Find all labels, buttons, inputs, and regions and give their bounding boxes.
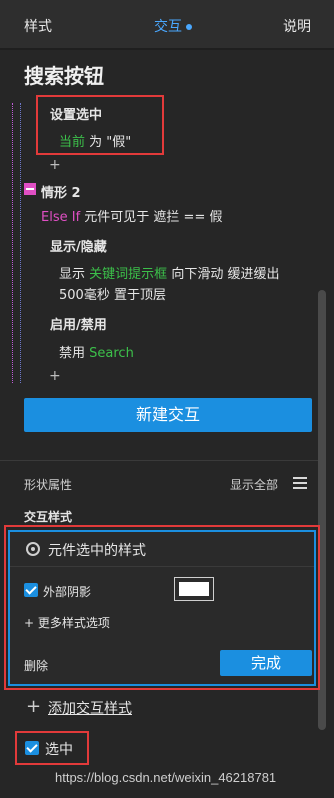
selected-style-title: 元件选中的样式 xyxy=(48,543,146,559)
action-detail-disable[interactable]: 禁用 Search xyxy=(59,342,134,361)
tree-guide-line xyxy=(12,103,13,383)
tree-guide-line-2 xyxy=(20,103,21,383)
disable-target: Search xyxy=(89,346,134,361)
section-divider xyxy=(0,460,318,461)
action-title-show-hide[interactable]: 显示/隐藏 xyxy=(50,236,107,255)
action-detail-show-line2[interactable]: 500毫秒 置于顶层 xyxy=(59,284,166,303)
value-text: 为 "假" xyxy=(89,135,132,150)
tab-style[interactable]: 样式 xyxy=(24,16,52,36)
case-2-label[interactable]: 情形 2 xyxy=(41,182,81,201)
more-style-options-link[interactable]: + 更多样式选项 xyxy=(24,614,110,631)
show-prefix: 显示 xyxy=(59,267,86,282)
disable-prefix: 禁用 xyxy=(59,346,86,361)
shape-properties-label: 形状属性 xyxy=(24,478,73,492)
add-action-icon[interactable]: + xyxy=(49,157,61,173)
tab-divider xyxy=(0,48,334,50)
add-interaction-style-link[interactable]: 添加交互样式 xyxy=(48,698,132,718)
add-style-plus-icon[interactable]: + xyxy=(26,696,41,717)
new-interaction-button[interactable]: 新建交互 xyxy=(24,398,312,432)
outer-shadow-label: 外部阴影 xyxy=(43,585,92,599)
case-2-condition[interactable]: Else If 元件可见于 遮拦 == 假 xyxy=(41,206,222,225)
selected-checkbox-label: 选中 xyxy=(45,742,73,758)
tab-active-dot-icon xyxy=(186,24,192,30)
action-title-enable-disable[interactable]: 启用/禁用 xyxy=(50,314,107,333)
show-rest: 向下滑动 缓进缓出 xyxy=(171,267,280,282)
outer-shadow-checkbox[interactable] xyxy=(24,583,38,597)
panel-title: 搜索按钮 xyxy=(24,64,104,88)
action-detail-show-line1[interactable]: 显示 关键词提示框 向下滑动 缓进缓出 xyxy=(59,263,279,282)
done-button[interactable]: 完成 xyxy=(220,650,312,676)
interaction-styles-title: 交互样式 xyxy=(24,510,73,524)
action-detail-set-selected[interactable]: 当前 为 "假" xyxy=(59,131,131,150)
watermark-text: https://blog.csdn.net/weixin_46218781 xyxy=(55,770,277,785)
delete-button[interactable]: 删除 xyxy=(24,657,48,674)
show-target: 关键词提示框 xyxy=(89,267,168,282)
menu-icon[interactable] xyxy=(293,477,307,489)
add-action-icon-2[interactable]: + xyxy=(49,368,61,384)
shadow-color-swatch[interactable] xyxy=(174,577,214,601)
panel-divider xyxy=(10,566,314,567)
else-if-keyword: Else If xyxy=(41,210,81,225)
target-radio-icon[interactable] xyxy=(26,542,40,556)
tab-interaction[interactable]: 交互 xyxy=(154,16,182,36)
tab-notes[interactable]: 说明 xyxy=(283,16,311,36)
selected-checkbox[interactable] xyxy=(25,741,39,755)
collapse-case-icon[interactable] xyxy=(24,183,36,195)
current-target: 当前 xyxy=(59,135,86,150)
show-all-link[interactable]: 显示全部 xyxy=(230,476,278,493)
action-title-set-selected[interactable]: 设置选中 xyxy=(50,104,102,123)
condition-text: 元件可见于 遮拦 == 假 xyxy=(84,210,223,225)
